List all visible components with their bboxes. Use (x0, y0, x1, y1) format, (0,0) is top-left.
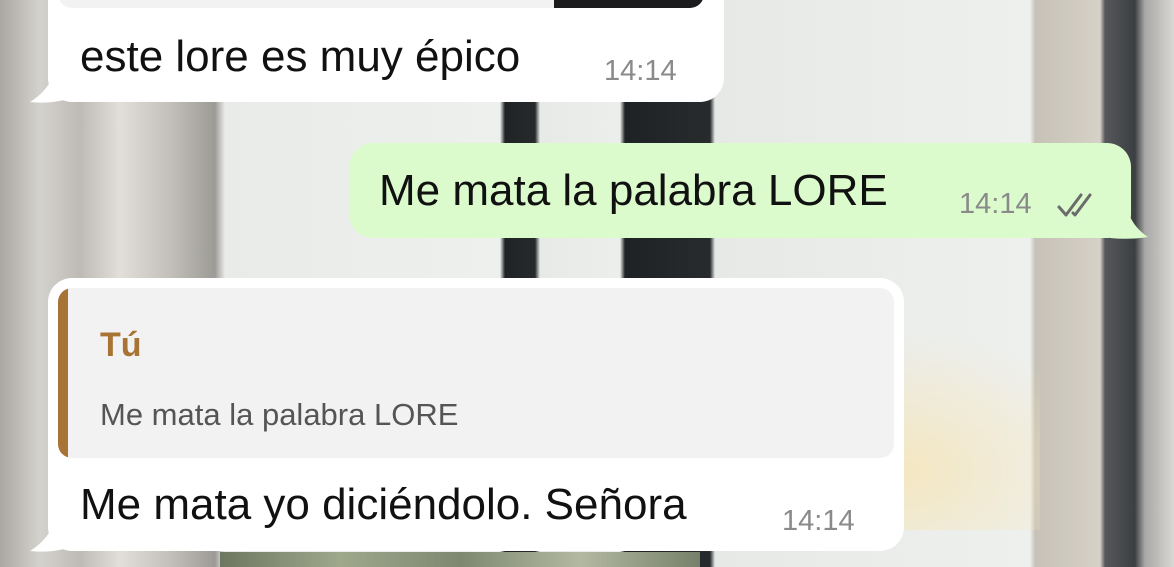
quote-accent-bar (58, 288, 68, 458)
bubble-tail-incoming (30, 527, 64, 552)
media-thumbnail-edge[interactable] (58, 0, 704, 8)
bubble-tail-incoming (30, 78, 64, 103)
media-thumbnail-image (554, 0, 704, 8)
message-bubble-incoming[interactable]: este lore es muy épico 14:14 (48, 0, 724, 102)
message-timestamp: 14:14 (782, 505, 855, 537)
quoted-text: Me mata la palabra LORE (100, 397, 459, 432)
bubble-tail-outgoing (1110, 212, 1148, 239)
quoted-author: Tú (100, 326, 142, 364)
message-text: Me mata la palabra LORE (379, 166, 888, 215)
wallpaper-trees (220, 552, 700, 567)
message-bubble-outgoing[interactable]: Me mata la palabra LORE 14:14 (349, 143, 1131, 238)
message-timestamp: 14:14 (604, 55, 677, 87)
message-text: Me mata yo diciéndolo. Señora (80, 480, 687, 529)
message-timestamp: 14:14 (959, 188, 1032, 220)
quoted-message[interactable]: Tú Me mata la palabra LORE (58, 288, 894, 458)
message-text: este lore es muy épico (80, 32, 521, 81)
double-check-icon (1057, 193, 1092, 217)
message-bubble-incoming-reply[interactable]: Tú Me mata la palabra LORE Me mata yo di… (48, 278, 904, 551)
